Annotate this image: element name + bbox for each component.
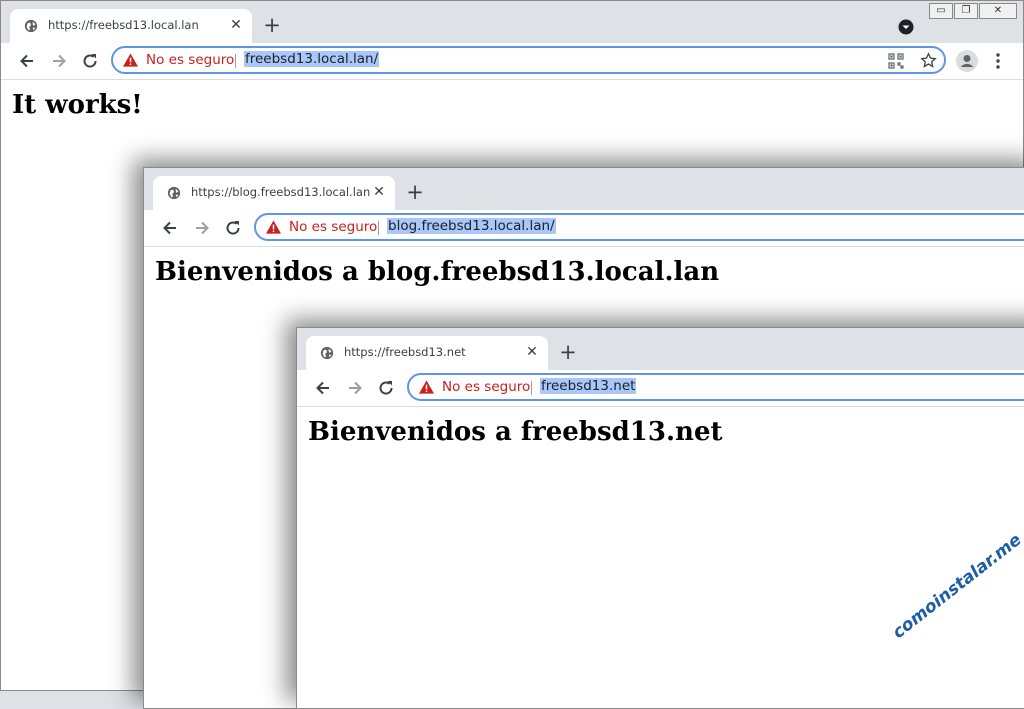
divider: [531, 381, 532, 395]
globe-icon: [24, 19, 38, 33]
menu-icon[interactable]: [995, 52, 1001, 70]
profile-icon[interactable]: [956, 50, 978, 72]
tab-title: https://freebsd13.net: [344, 345, 466, 359]
tab-strip: https://freebsd13.local.lan ✕ + ▭ ❐ ✕: [1, 1, 1023, 43]
warning-icon: [123, 53, 138, 67]
forward-arrow-icon[interactable]: [345, 378, 365, 398]
qr-code-icon[interactable]: [888, 53, 904, 69]
toolbar: No es seguro blog.freebsd13.local.lan/: [144, 210, 1024, 247]
tab-strip: https://freebsd13.net ✕ +: [297, 328, 1024, 370]
tab-active[interactable]: https://freebsd13.local.lan ✕: [10, 9, 252, 43]
page-heading: It works!: [12, 90, 143, 120]
reload-icon[interactable]: [223, 218, 243, 238]
plus-icon[interactable]: +: [403, 181, 427, 205]
url-text[interactable]: freebsd13.net: [540, 378, 637, 394]
page-heading: Bienvenidos a freebsd13.net: [308, 417, 723, 447]
back-arrow-icon[interactable]: [160, 218, 180, 238]
plus-icon[interactable]: +: [556, 341, 580, 365]
address-bar[interactable]: No es seguro blog.freebsd13.local.lan/: [254, 213, 1024, 241]
browser-window-net: https://freebsd13.net ✕ + No es seguro f…: [296, 327, 1024, 709]
warning-icon: [266, 220, 281, 234]
tab-active[interactable]: https://blog.freebsd13.local.lan ✕: [153, 176, 395, 210]
globe-icon: [320, 346, 334, 360]
tab-title: https://blog.freebsd13.local.lan: [191, 185, 371, 199]
tab-strip: https://blog.freebsd13.local.lan ✕ +: [144, 168, 1024, 210]
url-text[interactable]: freebsd13.local.lan/: [244, 51, 380, 67]
url-text[interactable]: blog.freebsd13.local.lan/: [387, 218, 556, 234]
reload-icon[interactable]: [80, 51, 100, 71]
back-arrow-icon[interactable]: [313, 378, 333, 398]
tab-search-icon[interactable]: [898, 19, 914, 35]
globe-icon: [167, 186, 181, 200]
forward-arrow-icon[interactable]: [192, 218, 212, 238]
page-heading: Bienvenidos a blog.freebsd13.local.lan: [155, 257, 720, 287]
forward-arrow-icon[interactable]: [49, 51, 69, 71]
window-close-icon[interactable]: ✕: [979, 3, 1017, 19]
toolbar: No es seguro freebsd13.local.lan/: [1, 43, 1023, 80]
star-icon[interactable]: [920, 52, 937, 69]
security-label[interactable]: No es seguro: [289, 219, 377, 235]
divider: [235, 54, 236, 68]
warning-icon: [419, 380, 434, 394]
tab-active[interactable]: https://freebsd13.net ✕: [306, 336, 548, 370]
toolbar: No es seguro freebsd13.net: [297, 370, 1024, 407]
divider: [378, 221, 379, 235]
plus-icon[interactable]: +: [260, 14, 284, 38]
reload-icon[interactable]: [376, 378, 396, 398]
close-icon[interactable]: ✕: [524, 344, 540, 360]
minimize-icon[interactable]: ▭: [929, 3, 953, 19]
tab-title: https://freebsd13.local.lan: [48, 18, 199, 32]
close-icon[interactable]: ✕: [371, 184, 387, 200]
back-arrow-icon[interactable]: [17, 51, 37, 71]
restore-icon[interactable]: ❐: [954, 3, 978, 19]
address-bar[interactable]: No es seguro freebsd13.local.lan/: [111, 46, 946, 74]
security-label[interactable]: No es seguro: [146, 52, 234, 68]
address-bar[interactable]: No es seguro freebsd13.net: [407, 373, 1024, 401]
security-label[interactable]: No es seguro: [442, 379, 530, 395]
close-icon[interactable]: ✕: [228, 17, 244, 33]
page-content: Bienvenidos a freebsd13.net: [297, 407, 1024, 708]
